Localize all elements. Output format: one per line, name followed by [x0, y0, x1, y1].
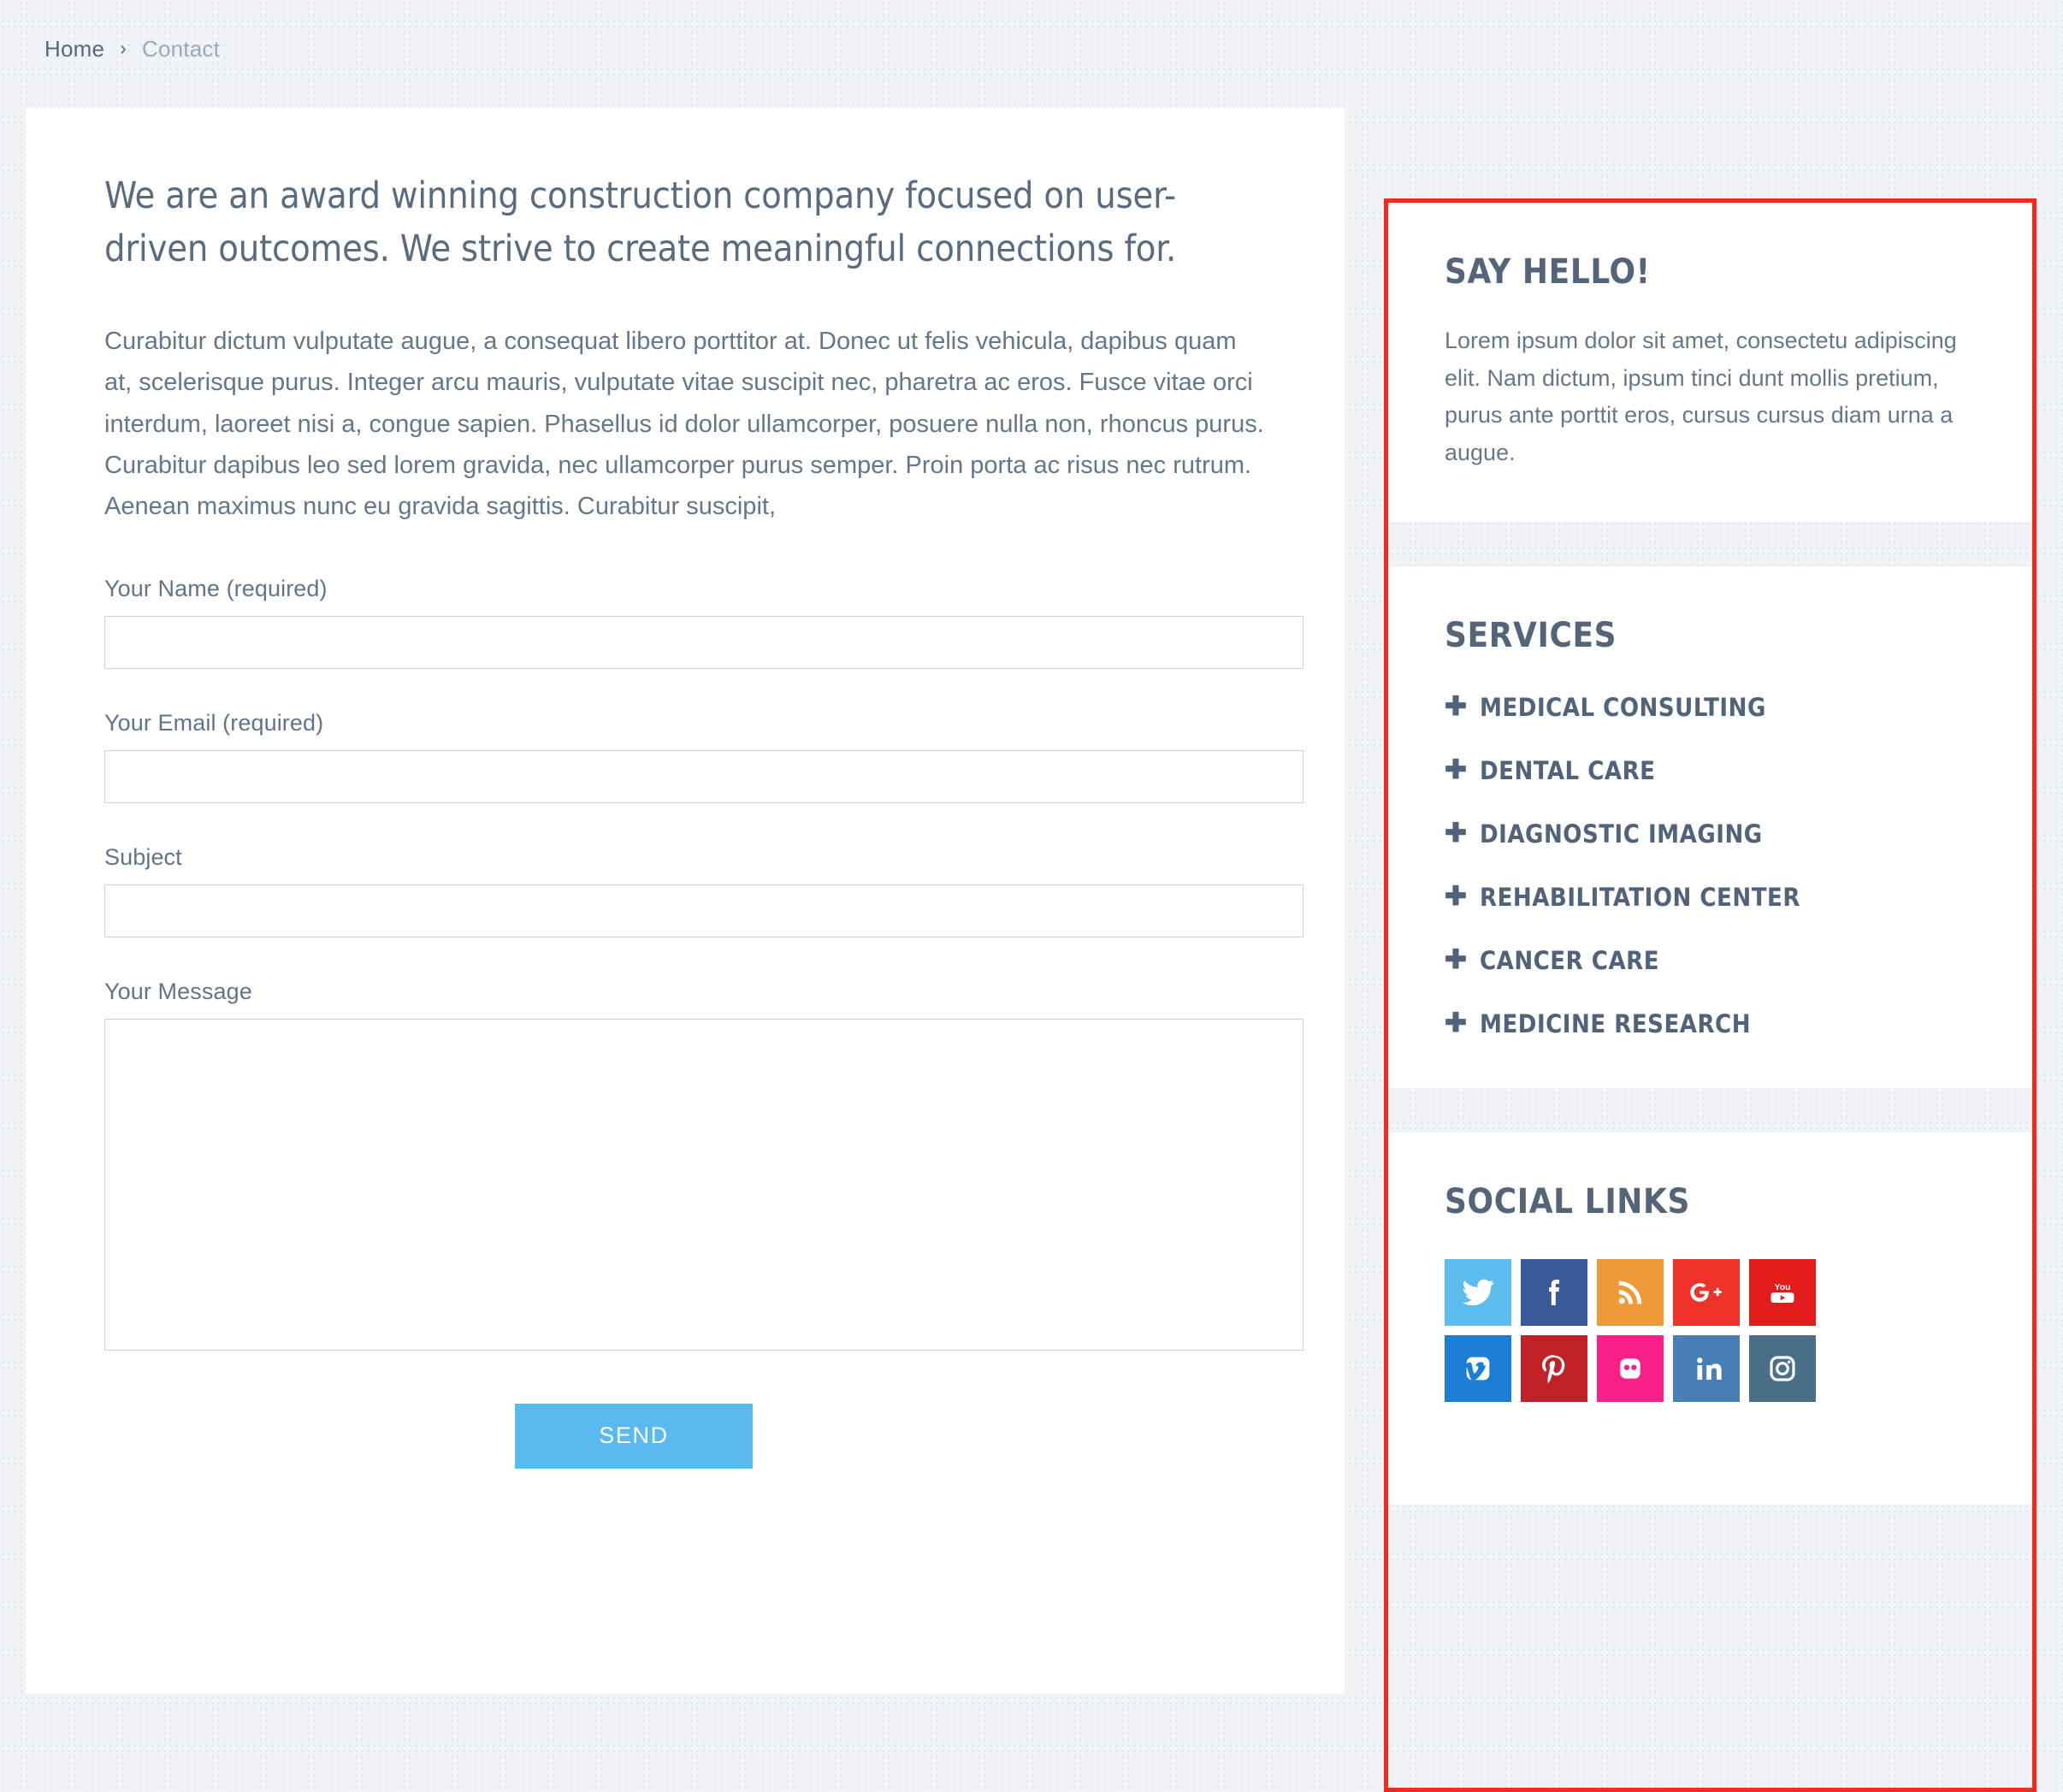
- twitter-icon: [1461, 1275, 1495, 1310]
- service-label: MEDICINE RESEARCH: [1479, 1008, 1752, 1038]
- social-link-linkedin[interactable]: [1673, 1334, 1740, 1402]
- svg-text:You: You: [1774, 1282, 1790, 1292]
- social-link-vimeo[interactable]: [1445, 1334, 1511, 1402]
- flickr-icon: [1613, 1351, 1647, 1386]
- field-your-email: Your Email (required): [104, 709, 1303, 803]
- service-label: CANCER CARE: [1479, 945, 1660, 975]
- send-button[interactable]: SEND: [515, 1403, 753, 1469]
- field-subject: Subject: [104, 843, 1303, 937]
- contact-form: Your Name (required) Your Email (require…: [104, 575, 1303, 1469]
- instagram-icon: [1765, 1351, 1800, 1386]
- subject-label: Subject: [104, 843, 182, 870]
- page-intro-heading: We are an award winning construction com…: [104, 174, 1177, 271]
- your-message-label: Your Message: [104, 978, 252, 1004]
- field-spacer: [104, 815, 1266, 844]
- widget-say-hello: SAY HELLO! Lorem ipsum dolor sit amet, c…: [1388, 203, 2032, 522]
- page-layout: We are an award winning construction com…: [0, 108, 2063, 1792]
- page-intro-body: Curabitur dictum vulputate augue, a cons…: [104, 327, 1264, 521]
- field-your-name: Your Name (required): [104, 575, 1303, 669]
- vimeo-icon: [1461, 1351, 1495, 1386]
- widget-social-links: SOCIAL LINKS You: [1388, 1132, 2032, 1505]
- service-item-rehabilitation-center[interactable]: ✚ REHABILITATION CENTER: [1445, 883, 1976, 912]
- social-link-instagram[interactable]: [1749, 1334, 1816, 1402]
- service-item-medicine-research[interactable]: ✚ MEDICINE RESEARCH: [1445, 1009, 1976, 1038]
- facebook-icon: [1537, 1275, 1571, 1310]
- your-name-input[interactable]: [104, 615, 1303, 669]
- social-link-facebook[interactable]: [1521, 1258, 1587, 1326]
- plus-icon: ✚: [1445, 881, 1467, 912]
- your-name-label: Your Name (required): [104, 575, 328, 601]
- say-hello-text: Lorem ipsum dolor sit amet, consectetu a…: [1445, 328, 1957, 466]
- your-email-label: Your Email (required): [104, 709, 324, 736]
- plus-icon: ✚: [1445, 691, 1467, 722]
- social-link-googleplus[interactable]: [1673, 1258, 1740, 1326]
- breadcrumb-home-link[interactable]: Home: [44, 36, 104, 62]
- youtube-icon: You: [1764, 1275, 1800, 1310]
- send-button-row: SEND: [104, 1403, 1266, 1469]
- services-list: ✚ MEDICAL CONSULTING ✚ DENTAL CARE ✚ DIA…: [1445, 693, 1976, 1038]
- rss-icon: [1615, 1277, 1646, 1308]
- service-item-dental-care[interactable]: ✚ DENTAL CARE: [1445, 756, 1976, 785]
- field-your-message: Your Message: [104, 978, 1303, 1351]
- field-spacer: [104, 949, 1266, 979]
- social-links-title: SOCIAL LINKS: [1445, 1181, 1691, 1221]
- service-item-cancer-care[interactable]: ✚ CANCER CARE: [1445, 946, 1976, 975]
- your-email-input[interactable]: [104, 749, 1303, 803]
- chevron-right-icon: ›: [120, 37, 127, 59]
- say-hello-title: SAY HELLO!: [1445, 252, 1651, 292]
- widget-divider: [1388, 1088, 2032, 1133]
- plus-icon: ✚: [1445, 944, 1467, 975]
- google-plus-icon: [1688, 1274, 1725, 1311]
- social-link-flickr[interactable]: [1597, 1334, 1664, 1402]
- service-item-medical-consulting[interactable]: ✚ MEDICAL CONSULTING: [1445, 693, 1976, 722]
- field-spacer: [104, 681, 1266, 710]
- service-label: DENTAL CARE: [1479, 755, 1656, 785]
- breadcrumb-current-page: Contact: [142, 36, 221, 62]
- services-title: SERVICES: [1445, 615, 1617, 655]
- service-label: REHABILITATION CENTER: [1479, 882, 1800, 912]
- plus-icon: ✚: [1445, 754, 1467, 785]
- breadcrumb: Home › Contact: [44, 36, 220, 62]
- social-link-pinterest[interactable]: [1521, 1334, 1587, 1402]
- plus-icon: ✚: [1445, 1008, 1467, 1038]
- social-link-twitter[interactable]: [1445, 1258, 1511, 1326]
- service-label: DIAGNOSTIC IMAGING: [1479, 819, 1763, 849]
- your-message-textarea[interactable]: [104, 1018, 1303, 1351]
- pinterest-icon: [1537, 1351, 1571, 1386]
- service-item-diagnostic-imaging[interactable]: ✚ DIAGNOSTIC IMAGING: [1445, 819, 1976, 849]
- subject-input[interactable]: [104, 884, 1303, 937]
- widget-divider: [1388, 522, 2032, 566]
- sidebar: SAY HELLO! Lorem ipsum dolor sit amet, c…: [1384, 198, 2036, 1792]
- social-link-rss[interactable]: [1597, 1258, 1664, 1326]
- widget-services: SERVICES ✚ MEDICAL CONSULTING ✚ DENTAL C…: [1388, 565, 2032, 1088]
- social-links-grid: You: [1445, 1258, 1976, 1402]
- linkedin-icon: [1689, 1351, 1723, 1386]
- service-label: MEDICAL CONSULTING: [1479, 692, 1766, 722]
- plus-icon: ✚: [1445, 818, 1467, 849]
- main-content-card: We are an award winning construction com…: [26, 108, 1345, 1694]
- social-link-youtube[interactable]: You: [1749, 1258, 1816, 1326]
